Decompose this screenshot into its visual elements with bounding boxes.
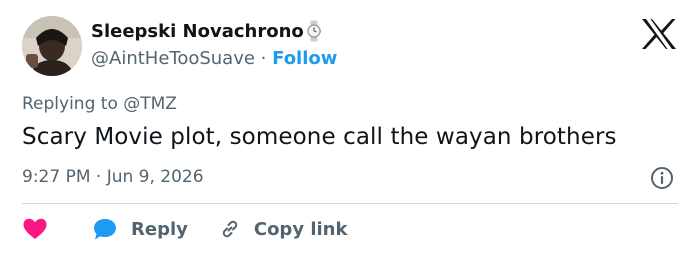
tweet-timestamp[interactable]: 9:27 PM · Jun 9, 2026	[22, 167, 204, 187]
reply-label: Reply	[131, 218, 188, 240]
like-button[interactable]	[22, 217, 48, 241]
watch-emoji-icon	[307, 20, 321, 42]
separator-dot: ·	[254, 48, 273, 69]
author-handle[interactable]: @AintHeTooSuave	[91, 48, 255, 69]
info-icon[interactable]	[650, 166, 674, 190]
avatar-image	[22, 16, 82, 76]
author-name[interactable]: Sleepski Novachrono	[91, 21, 304, 42]
tweet-text: Scary Movie plot, someone call the wayan…	[22, 124, 617, 150]
reply-button[interactable]: Reply	[48, 217, 188, 241]
copy-link-label: Copy link	[253, 218, 348, 240]
author-name-row: Sleepski Novachrono	[91, 20, 321, 42]
replying-to: Replying to @TMZ	[22, 94, 177, 114]
action-bar: Reply Copy link	[22, 214, 347, 244]
divider	[22, 203, 678, 204]
link-icon	[222, 220, 238, 238]
follow-button[interactable]: Follow	[272, 48, 337, 69]
avatar[interactable]	[22, 16, 82, 76]
copy-link-button[interactable]: Copy link	[188, 217, 348, 241]
handle-row: @AintHeTooSuave · Follow	[91, 48, 337, 69]
heart-icon	[23, 218, 47, 239]
x-logo-icon[interactable]	[641, 18, 677, 50]
speech-bubble-icon	[94, 219, 116, 240]
